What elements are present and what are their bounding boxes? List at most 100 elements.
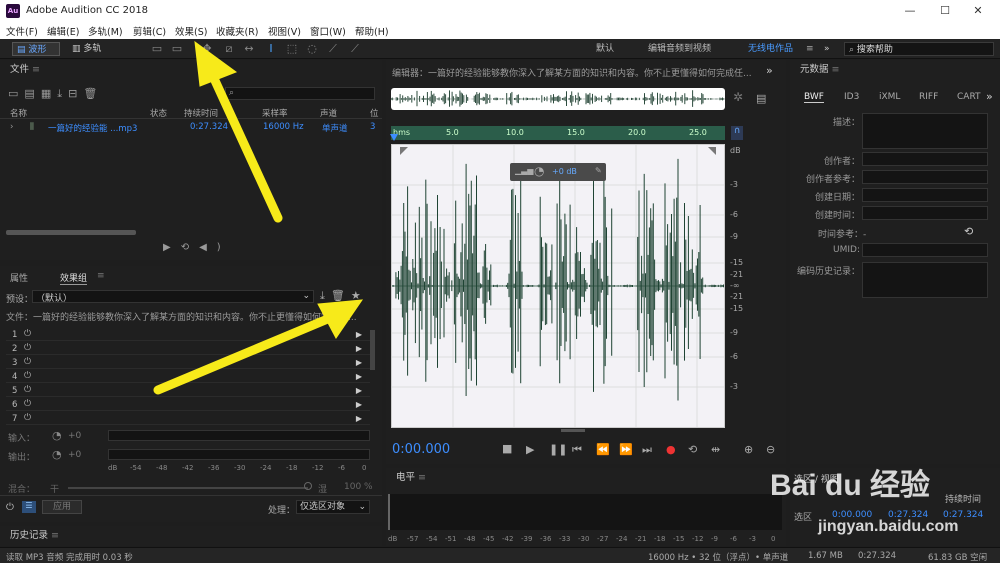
tab-id3[interactable]: ID3 [844,92,859,102]
field-creation-date-input[interactable] [862,188,988,202]
effect-slot-6[interactable]: 6 ⏻ ▶ [6,399,370,411]
panel-menu-icon[interactable]: ≡ [51,530,59,541]
tab-effects-rack[interactable]: 效果组 [60,271,88,285]
field-description-input[interactable] [862,113,988,149]
close-file-icon[interactable]: ⊟ [68,87,83,100]
menu-multitrack[interactable]: 多轨(M) [88,24,123,38]
panel-menu-icon[interactable]: ≡ [832,64,840,75]
apply-button[interactable]: 应用 [42,500,82,514]
more-workspaces-icon[interactable]: » [824,42,830,56]
time-ruler[interactable]: hms 5.0 10.0 15.0 20.0 25.0 [391,126,725,140]
more-tabs-icon[interactable]: » [986,90,993,103]
power-icon[interactable]: ⏻ [24,399,31,409]
volume-knob-icon[interactable]: ◔ [534,164,544,178]
field-creation-time-input[interactable] [862,206,988,220]
effects-list-toggle-icon[interactable]: ☰ [22,501,36,513]
column-duration[interactable]: 持续时间 [184,107,218,119]
loop-playback-icon[interactable]: ⟲ [688,443,697,456]
panel-menu-icon[interactable]: ≡ [97,271,105,281]
loop-icon[interactable]: ⟲ [181,242,199,253]
field-coding-history-input[interactable] [862,262,988,298]
input-gain-knob-icon[interactable]: ◔ [52,429,62,442]
power-icon[interactable]: ⏻ [24,413,31,423]
workspace-default[interactable]: 默认 [596,42,614,56]
skip-selection-icon[interactable]: ⇹ [711,443,720,456]
skip-to-start-icon[interactable]: ⏮ [572,443,582,457]
more-panels-icon[interactable]: » [766,64,773,77]
spectral-display-icon[interactable]: ▭ [150,42,164,56]
effect-slot-5[interactable]: 5 ⏻ ▶ [6,385,370,397]
power-icon[interactable]: ⏻ [24,385,31,395]
effect-slot-2[interactable]: 2 ⏻ ▶ [6,343,370,355]
output-gain-value[interactable]: +0 [68,450,81,460]
menu-file[interactable]: 文件(F) [6,24,38,38]
minimize-button[interactable]: — [895,2,925,20]
open-folder-icon[interactable]: ▭ [8,87,24,100]
mix-slider[interactable] [68,487,308,489]
slot-arrow-icon[interactable]: ▶ [356,358,362,367]
zoom-navigator-icon[interactable]: ✲ [733,90,743,104]
menu-effects[interactable]: 效果(S) [175,24,207,38]
column-status[interactable]: 状态 [150,107,167,119]
play-icon[interactable]: ▶ [526,443,534,456]
workspace-menu-icon[interactable]: ≡ [806,42,814,56]
reset-time-icon[interactable]: ⟲ [964,225,973,238]
effect-slot-1[interactable]: 1 ⏻ ▶ [6,329,370,341]
razor-tool-icon[interactable]: ⧄ [222,42,236,56]
input-gain-value[interactable]: +0 [68,431,81,441]
slot-arrow-icon[interactable]: ▶ [356,344,362,353]
slot-arrow-icon[interactable]: ▶ [356,330,362,339]
tab-ixml[interactable]: iXML [879,92,900,102]
files-horizontal-scrollbar[interactable] [6,230,136,235]
zoom-in-icon[interactable]: ⊕ [744,443,753,456]
column-sample-rate[interactable]: 采样率 [262,107,288,119]
autoplay-icon[interactable]: ◀) [199,242,231,253]
timecode-display[interactable]: 0:00.000 [392,442,450,457]
tab-cart[interactable]: CART [957,92,981,102]
effects-scrollbar[interactable] [370,330,375,370]
file-row[interactable]: › ⫼ 一篇好的经验能 ...mp3 0:27.324 16000 Hz 单声道… [0,121,382,134]
waveform-horizontal-scrollbar[interactable] [561,429,585,432]
fade-in-handle[interactable] [400,147,408,155]
waveform-view-button[interactable]: ▤ 波形 [12,42,60,56]
power-icon[interactable]: ⏻ [6,502,14,513]
fast-forward-icon[interactable]: ⏩ [619,443,633,456]
menu-window[interactable]: 窗口(W) [310,24,346,38]
slot-arrow-icon[interactable]: ▶ [356,386,362,395]
workspace-video[interactable]: 编辑音频到视频 [648,42,711,56]
power-icon[interactable]: ⏻ [24,357,31,367]
effect-slot-7[interactable]: 7 ⏻ ▶ [6,413,370,425]
tab-riff[interactable]: RIFF [919,92,938,102]
tab-properties[interactable]: 属性 [10,271,28,284]
workspace-radio[interactable]: 无线电作品 [748,42,793,56]
zoom-out-icon[interactable]: ⊖ [766,443,775,456]
slot-arrow-icon[interactable]: ▶ [356,372,362,381]
power-icon[interactable]: ⏻ [24,371,31,381]
multitrack-view-button[interactable]: ▥ 多轨 [68,42,112,56]
delete-icon[interactable]: 🗑 [83,87,103,100]
skip-to-end-icon[interactable]: ⏭ [642,443,652,457]
preset-dropdown[interactable]: （默认） ⌄ [32,290,314,304]
field-creator-input[interactable] [862,152,988,166]
menu-view[interactable]: 视图(V) [268,24,301,38]
process-dropdown[interactable]: 仅选区对象 ⌄ [296,500,370,514]
effect-slot-3[interactable]: 3 ⏻ ▶ [6,357,370,369]
favorite-icon[interactable]: ★ [351,289,367,302]
slot-arrow-icon[interactable]: ▶ [356,400,362,409]
panel-menu-icon[interactable]: ≡ [32,64,40,75]
effect-slot-4[interactable]: 4 ⏻ ▶ [6,371,370,383]
slip-tool-icon[interactable]: ↔ [242,42,256,56]
time-selection-tool-icon[interactable]: I [264,42,278,56]
files-filter-input[interactable]: ⌕ [225,87,375,100]
waveform-overview[interactable] [391,88,725,110]
help-search-field[interactable]: ⌕ 搜索帮助 [844,42,994,56]
menu-favorites[interactable]: 收藏夹(R) [216,24,259,38]
stop-icon[interactable]: ■ [502,442,512,455]
mix-slider-handle[interactable] [304,482,312,490]
field-creator-ref-input[interactable] [862,170,988,184]
save-preset-icon[interactable]: ⤓ [320,289,331,302]
menu-edit[interactable]: 编辑(E) [47,24,79,38]
pitch-display-icon[interactable]: ▭ [170,42,184,56]
marquee-tool-icon[interactable]: ⬚ [285,42,299,56]
power-icon[interactable]: ⏻ [24,329,31,339]
